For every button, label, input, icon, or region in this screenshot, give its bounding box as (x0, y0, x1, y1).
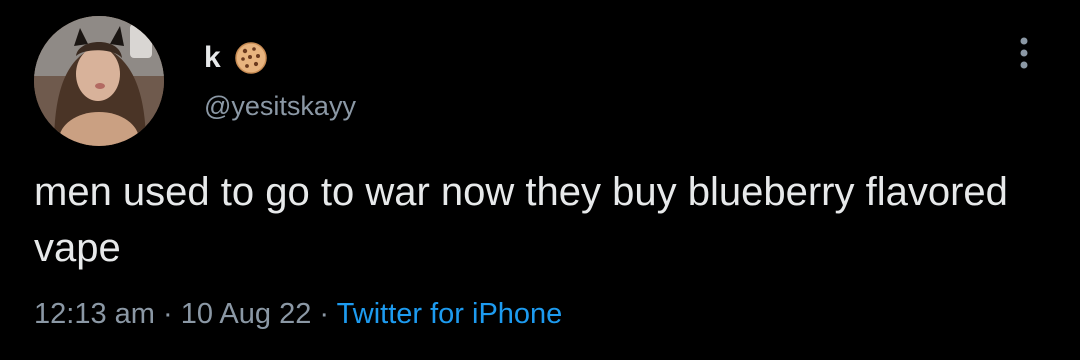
meta-separator: · (162, 298, 173, 330)
user-name-row[interactable]: k (204, 38, 269, 78)
more-options-icon[interactable] (1014, 33, 1034, 73)
avatar-photo (34, 16, 164, 146)
tweet-card: k @yesitskayy men used to go to war now … (0, 0, 1080, 360)
tweet-source-link[interactable]: Twitter for iPhone (337, 298, 563, 330)
cookie-icon (234, 42, 267, 74)
avatar[interactable] (34, 16, 164, 146)
tweet-date[interactable]: 10 Aug 22 (181, 298, 312, 330)
user-handle[interactable]: @yesitskayy (204, 88, 356, 124)
tweet-time[interactable]: 12:13 am (34, 298, 155, 330)
display-name[interactable]: k (204, 38, 221, 78)
tweet-metadata: 12:13 am · 10 Aug 22 · Twitter for iPhon… (34, 294, 562, 334)
tweet-text: men used to go to war now they buy blueb… (34, 170, 1008, 270)
meta-separator: · (319, 298, 330, 330)
